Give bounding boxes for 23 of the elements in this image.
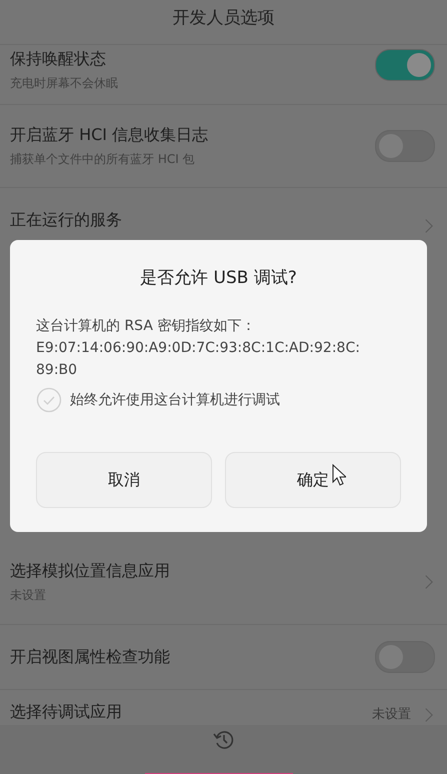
toggle-switch[interactable] bbox=[375, 49, 435, 81]
rsa-fingerprint: E9:07:14:06:90:A9:0D:7C:93:8C:1C:AD:92:8C: 89:B0 bbox=[36, 339, 361, 380]
toggle-switch[interactable] bbox=[375, 641, 435, 673]
setting-title: 正在运行的服务 bbox=[10, 210, 123, 231]
setting-title: 选择模拟位置信息应用 bbox=[10, 560, 171, 582]
page-title: 开发人员选项 bbox=[172, 6, 274, 28]
checkbox-label: 始终允许使用这台计算机进行调试 bbox=[70, 391, 280, 409]
checkbox[interactable] bbox=[36, 387, 62, 413]
chevron-icon bbox=[425, 574, 433, 590]
mouse-cursor-icon bbox=[332, 464, 346, 486]
cancel-button[interactable]: 取消 bbox=[36, 452, 212, 508]
chevron-icon bbox=[425, 707, 433, 723]
setting-title: 开启视图属性检查功能 bbox=[10, 646, 171, 668]
restore-icon[interactable] bbox=[212, 728, 236, 752]
setting-title: 选择待调试应用 bbox=[10, 702, 123, 723]
confirm-button[interactable]: 确定 bbox=[225, 452, 401, 508]
setting-value: 未设置 bbox=[372, 706, 411, 723]
chevron-icon bbox=[425, 218, 433, 234]
dialog-message: 这台计算机的 RSA 密钥指纹如下： bbox=[36, 317, 256, 335]
toggle-switch[interactable] bbox=[375, 130, 435, 162]
setting-title: 开启蓝牙 HCI 信息收集日志 bbox=[10, 124, 210, 146]
dialog-title: 是否允许 USB 调试? bbox=[140, 267, 297, 289]
setting-title: 保持唤醒状态 bbox=[10, 49, 107, 70]
